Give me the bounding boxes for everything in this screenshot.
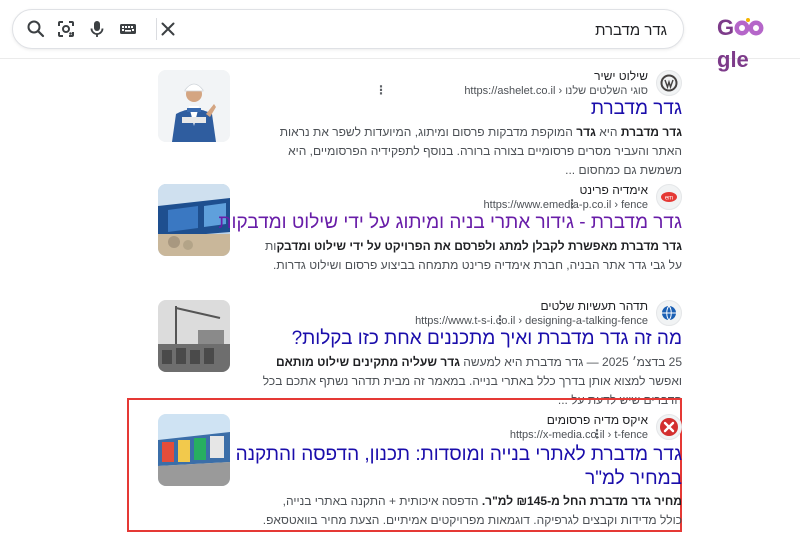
svg-text:em: em (665, 196, 673, 202)
result-snippet: גדר מדברת מאפשרת לקבלן למתג ולפרסם את הפ… (265, 239, 682, 272)
search-icon[interactable] (26, 19, 46, 39)
result-title-line2[interactable]: במחיר למ"ר (585, 466, 682, 492)
result-thumbnail[interactable] (158, 414, 230, 486)
search-box[interactable] (12, 9, 684, 49)
result-title[interactable]: גדר מדברת (591, 96, 682, 122)
search-result: שילוט ישיר https://ashelet.co.il › סוגי … (158, 69, 682, 177)
globe-icon (656, 300, 682, 326)
site-name: תדהר תעשיות שלטים (540, 299, 648, 313)
wordpress-icon (656, 70, 682, 96)
search-result: em אימדיה פרינט https://www.emedia-p.co.… (158, 183, 682, 276)
site-name: שילוט ישיר (594, 69, 648, 83)
result-title[interactable]: גדר מדברת - גידור אתרי בניה ומיתוג על יד… (218, 210, 682, 236)
result-thumbnail[interactable] (158, 300, 230, 372)
x-media-icon (656, 414, 682, 440)
more-options-icon[interactable]: ⋮ (566, 197, 578, 211)
more-options-icon[interactable]: ⋮ (591, 427, 603, 441)
site-name: אימדיה פרינט (579, 183, 648, 197)
search-result: תדהר תעשיות שלטים https://www.t-s-i.co.i… (158, 299, 682, 407)
site-url: https://x-media.co.il › t-fence (509, 429, 648, 441)
logo-gle: gle (717, 47, 749, 72)
keyboard-icon[interactable] (118, 19, 138, 39)
search-input[interactable] (195, 18, 669, 42)
mic-icon[interactable] (87, 19, 107, 39)
more-options-icon[interactable]: ⋮ (375, 83, 387, 97)
result-snippet: מחיר גדר מדברת החל מ-₪145 למ"ר. הדפסה אי… (262, 494, 682, 527)
close-icon[interactable] (158, 19, 178, 39)
result-title[interactable]: מה זה גדר מדברת ואיך מתכננים אחת כזו בקל… (292, 326, 682, 352)
logo-oo-icon (734, 15, 764, 37)
search-header: G gle (0, 0, 800, 72)
logo-g: G (717, 15, 735, 40)
site-name: איקס מדיה פרסומים (546, 413, 648, 427)
google-logo[interactable]: G gle (717, 12, 793, 72)
search-result: איקס מדיה פרסומים https://x-media.co.il … (158, 413, 682, 530)
result-title-line1[interactable]: גדר מדברת לאתרי בנייה ומוסדות: תכנון, הד… (236, 442, 682, 468)
divider (156, 18, 157, 40)
emedia-icon: em (656, 184, 682, 210)
lens-icon[interactable] (56, 19, 76, 39)
result-thumbnail[interactable] (158, 70, 230, 142)
result-snippet: גדר מדברת היא גדר המוקפת מדבקות פרסום ומ… (279, 125, 682, 177)
more-options-icon[interactable]: ⋮ (494, 313, 506, 327)
